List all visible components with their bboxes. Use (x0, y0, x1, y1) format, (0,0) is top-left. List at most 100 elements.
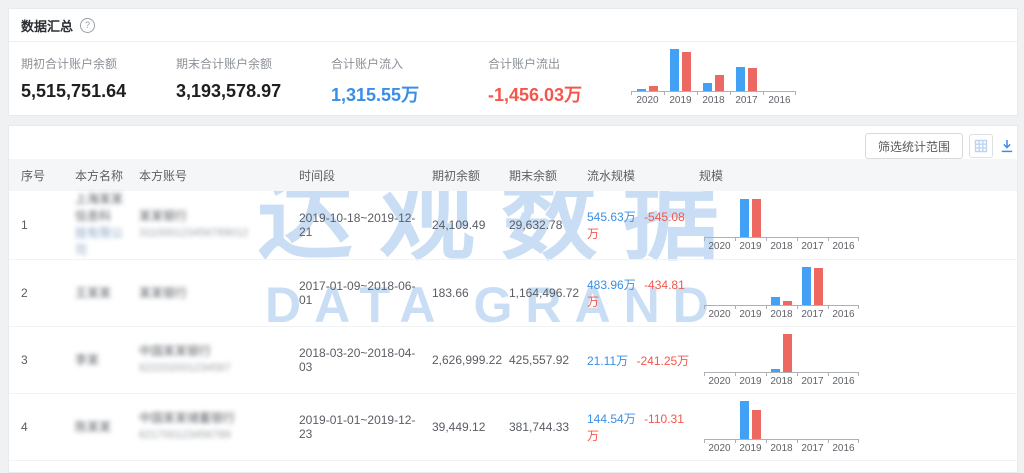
party-name: 王某某 (75, 285, 139, 302)
flow-scale: 21.11万 -241.25万 (587, 352, 699, 369)
year-tick-label: 2016 (828, 373, 859, 387)
help-icon[interactable]: ? (80, 18, 95, 33)
year-tick-label: 2016 (763, 92, 796, 106)
opening-balance: 39,449.12 (432, 420, 509, 434)
year-tick-label: 2016 (828, 440, 859, 454)
column-header: 期末余额 (509, 167, 587, 184)
time-period: 2019-10-18~2019-12-21 (299, 211, 432, 239)
column-header: 时间段 (299, 167, 432, 184)
year-tick-label: 2020 (704, 306, 735, 320)
row-scale-chart: 20202019201820172016 (704, 199, 859, 252)
accounts-table: 序号本方名称本方账号时间段期初余额期末余额流水规模规模 1 上海某某信息科技有限… (9, 159, 1017, 461)
year-tick-label: 2018 (766, 238, 797, 252)
flow-scale: 483.96万 -434.81万 (587, 276, 699, 310)
year-tick-label: 2019 (735, 440, 766, 454)
metric-value: 1,315.55万 (331, 81, 419, 107)
opening-balance: 24,109.49 (432, 218, 509, 232)
closing-balance: 425,557.92 (509, 353, 587, 367)
download-icon (1000, 139, 1014, 153)
metric-label: 期初合计账户余额 (21, 55, 126, 72)
summary-metric: 期末合计账户余额 3,193,578.97 (176, 55, 281, 102)
summary-metric: 合计账户流出 -1,456.03万 (488, 55, 582, 107)
year-tick-label: 2020 (631, 92, 664, 106)
row-index: 3 (9, 353, 75, 367)
year-tick-label: 2019 (735, 306, 766, 320)
summary-card-header: 数据汇总 ? (9, 9, 1017, 42)
year-tick-label: 2019 (664, 92, 697, 106)
column-header: 本方账号 (139, 167, 299, 184)
party-name: 上海某某信息科技有限公司 (75, 191, 139, 259)
metric-label: 合计账户流入 (331, 55, 419, 72)
summary-card: 数据汇总 ? 期初合计账户余额 5,515,751.64 期末合计账户余额 3,… (8, 8, 1018, 116)
year-tick-label: 2016 (828, 238, 859, 252)
party-account: 中国某某储蓄银行621700123456789 (139, 410, 299, 444)
year-tick-label: 2020 (704, 440, 735, 454)
inflow-value: 21.11万 (587, 354, 628, 368)
year-tick-label: 2019 (735, 238, 766, 252)
scale-chart-cell: 20202019201820172016 (699, 401, 1017, 454)
year-tick-label: 2017 (797, 440, 828, 454)
party-name: 陈某某 (75, 419, 139, 436)
inflow-value: 483.96万 (587, 278, 636, 292)
scale-chart-cell: 20202019201820172016 (699, 199, 1017, 252)
table-toolbar: 筛选统计范围 (9, 126, 1017, 159)
column-header: 本方名称 (75, 167, 139, 184)
opening-balance: 183.66 (432, 286, 509, 300)
year-tick-label: 2017 (797, 238, 828, 252)
year-tick-label: 2018 (766, 373, 797, 387)
year-tick-label: 2019 (735, 373, 766, 387)
party-account: 某某银行311000123456789012 (139, 208, 299, 242)
year-tick-label: 2018 (697, 92, 730, 106)
outflow-value: -241.25万 (636, 354, 689, 368)
flow-scale: 545.63万 -545.08万 (587, 208, 699, 242)
closing-balance: 1,164,496.72 (509, 286, 587, 300)
flow-scale: 144.54万 -110.31万 (587, 410, 699, 444)
year-tick-label: 2017 (730, 92, 763, 106)
party-name: 李某 (75, 352, 139, 369)
metric-label: 合计账户流出 (488, 55, 582, 72)
row-scale-chart: 20202019201820172016 (704, 334, 859, 387)
year-tick-label: 2020 (704, 238, 735, 252)
year-tick-label: 2018 (766, 440, 797, 454)
column-header: 期初余额 (432, 167, 509, 184)
summary-yearly-chart: 20202019201820172016 (631, 49, 796, 106)
metric-label: 期末合计账户余额 (176, 55, 281, 72)
table-row: 2 王某某 某某银行 2017-01-09~2018-06-01 183.66 … (9, 260, 1017, 327)
party-account: 中国某某银行622202001234567 (139, 343, 299, 377)
row-scale-chart: 20202019201820172016 (704, 267, 859, 320)
year-tick-label: 2018 (766, 306, 797, 320)
table-card: 达观数据 DATA GRAND 筛选统计范围 序号本方名称本方账号时间段期初余额… (8, 125, 1018, 473)
summary-title: 数据汇总 (21, 16, 73, 35)
inflow-value: 545.63万 (587, 210, 636, 224)
time-period: 2019-01-01~2019-12-23 (299, 413, 432, 441)
time-period: 2017-01-09~2018-06-01 (299, 279, 432, 307)
opening-balance: 2,626,999.22 (432, 353, 509, 367)
time-period: 2018-03-20~2018-04-03 (299, 346, 432, 374)
row-index: 4 (9, 420, 75, 434)
summary-metric: 合计账户流入 1,315.55万 (331, 55, 419, 107)
summary-metric: 期初合计账户余额 5,515,751.64 (21, 55, 126, 102)
metric-value: 5,515,751.64 (21, 81, 126, 102)
row-index: 1 (9, 218, 75, 232)
table-row: 1 上海某某信息科技有限公司 某某银行311000123456789012 20… (9, 191, 1017, 260)
year-tick-label: 2020 (704, 373, 735, 387)
table-body: 1 上海某某信息科技有限公司 某某银行311000123456789012 20… (9, 191, 1017, 461)
year-tick-label: 2017 (797, 306, 828, 320)
grid-icon (974, 139, 988, 153)
row-index: 2 (9, 286, 75, 300)
row-scale-chart: 20202019201820172016 (704, 401, 859, 454)
filter-range-button[interactable]: 筛选统计范围 (865, 133, 963, 159)
party-account: 某某银行 (139, 285, 299, 302)
column-settings-button[interactable] (969, 134, 993, 158)
metric-value: -1,456.03万 (488, 81, 582, 107)
year-tick-label: 2017 (797, 373, 828, 387)
table-row: 3 李某 中国某某银行622202001234567 2018-03-20~20… (9, 327, 1017, 394)
column-header: 序号 (9, 167, 75, 184)
closing-balance: 381,744.33 (509, 420, 587, 434)
download-button[interactable] (999, 138, 1015, 154)
table-row: 4 陈某某 中国某某储蓄银行621700123456789 2019-01-01… (9, 394, 1017, 461)
metric-value: 3,193,578.97 (176, 81, 281, 102)
scale-chart-cell: 20202019201820172016 (699, 334, 1017, 387)
column-header: 规模 (699, 167, 1017, 184)
table-header-row: 序号本方名称本方账号时间段期初余额期末余额流水规模规模 (9, 159, 1017, 191)
